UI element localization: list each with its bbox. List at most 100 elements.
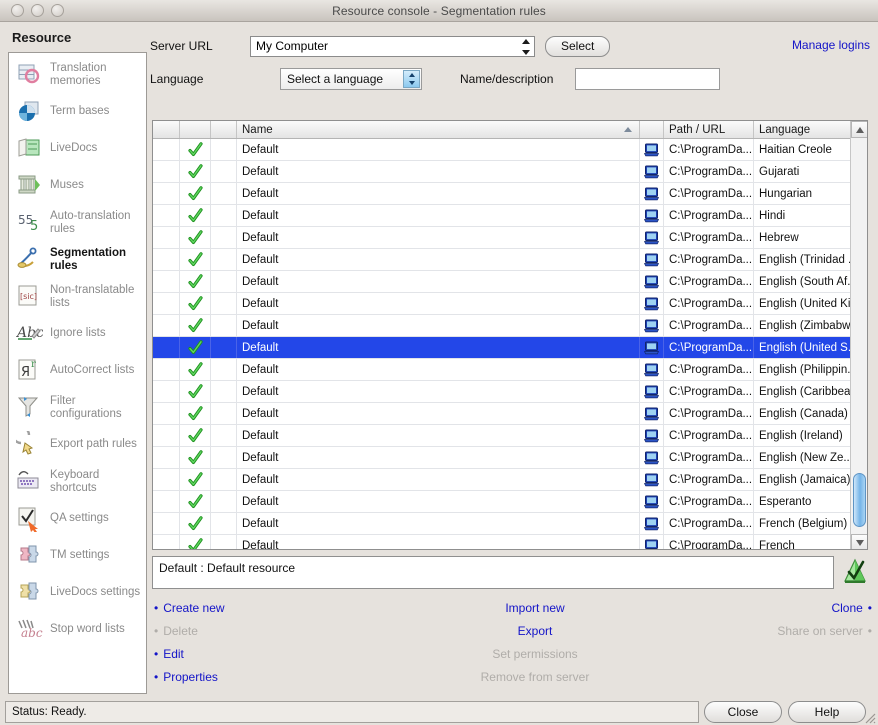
sidebar-item-qa-settings[interactable]: QA settings xyxy=(9,500,146,537)
table-row[interactable]: Default C:\ProgramDa... English (Ireland) xyxy=(153,425,867,447)
edit-link[interactable]: • Edit xyxy=(154,642,225,665)
table-row[interactable]: Default C:\ProgramDa... English (Jamaica) xyxy=(153,469,867,491)
column-header-language[interactable]: Language xyxy=(754,121,850,138)
scroll-down-icon[interactable] xyxy=(851,534,867,549)
manage-logins-link[interactable]: Manage logins xyxy=(792,38,870,52)
table-row[interactable]: Default C:\ProgramDa... English (United Ki… xyxy=(153,293,867,315)
table-row[interactable]: Default C:\ProgramDa... French xyxy=(153,535,867,550)
column-header-name[interactable]: Name xyxy=(237,121,640,138)
table-row[interactable]: Default C:\ProgramDa... English (New Ze... xyxy=(153,447,867,469)
name-description-input[interactable] xyxy=(575,68,721,90)
clone-link[interactable]: Clone • xyxy=(777,596,872,619)
resources-table: Name Path / URL Language Default C:\Progr… xyxy=(152,120,868,550)
row-lock-cell xyxy=(211,447,237,468)
row-path-cell: C:\ProgramDa... xyxy=(664,227,754,248)
row-lock-cell xyxy=(211,227,237,248)
column-header-lock[interactable] xyxy=(211,121,237,138)
table-row[interactable]: Default C:\ProgramDa... English (United S.… xyxy=(153,337,867,359)
properties-link[interactable]: • Properties xyxy=(154,665,225,688)
link-label: Properties xyxy=(163,669,218,684)
sidebar-item-filter-configurations[interactable]: Filter configurations xyxy=(9,389,146,426)
row-selector-cell xyxy=(153,293,180,314)
table-row[interactable]: Default C:\ProgramDa... English (Caribbean… xyxy=(153,381,867,403)
row-lock-cell xyxy=(211,425,237,446)
sidebar-item-tm-settings[interactable]: TM settings xyxy=(9,537,146,574)
import-new-link[interactable]: Import new xyxy=(450,596,620,619)
minimize-button[interactable] xyxy=(31,4,44,17)
sidebar-item-label: Term bases xyxy=(50,105,110,118)
language-combo[interactable]: Select a language xyxy=(280,68,422,90)
table-row[interactable]: Default C:\ProgramDa... Haitian Creole xyxy=(153,139,867,161)
row-name-cell: Default xyxy=(237,469,640,490)
sort-ascending-icon xyxy=(624,127,632,132)
create-new-link[interactable]: • Create new xyxy=(154,596,225,619)
sidebar-item-export-path-rules[interactable]: Export path rules xyxy=(9,426,146,463)
help-button[interactable]: Help xyxy=(788,701,866,723)
row-enabled-check-icon xyxy=(180,535,211,549)
sidebar-item-non-translatable-lists[interactable]: [sic] Non-translatable lists xyxy=(9,278,146,315)
term-bases-icon xyxy=(15,98,43,126)
local-computer-icon xyxy=(640,249,664,270)
row-language-cell: English (Zimbabwe) xyxy=(759,319,850,332)
row-language-cell: French (Belgium) xyxy=(759,517,848,530)
row-language-cell: English (Philippin... xyxy=(759,363,850,376)
column-header-source-icon[interactable] xyxy=(640,121,664,138)
sidebar-item-segmentation-rules[interactable]: Segmentation rules xyxy=(9,241,146,278)
row-lock-cell xyxy=(211,403,237,424)
close-dialog-button[interactable]: Close xyxy=(704,701,782,723)
table-row[interactable]: Default C:\ProgramDa... French (Belgium) xyxy=(153,513,867,535)
sidebar-item-stop-word-lists[interactable]: abc Stop word lists xyxy=(9,611,146,648)
link-label: Remove from server xyxy=(480,669,590,684)
table-row[interactable]: Default C:\ProgramDa... English (Canada) xyxy=(153,403,867,425)
translation-memories-icon xyxy=(15,61,43,89)
table-row[interactable]: Default C:\ProgramDa... Hungarian xyxy=(153,183,867,205)
sidebar-item-label: Filter configurations xyxy=(50,395,122,420)
table-row[interactable]: Default C:\ProgramDa... Hebrew xyxy=(153,227,867,249)
close-button[interactable] xyxy=(11,4,24,17)
table-row[interactable]: Default C:\ProgramDa... Esperanto xyxy=(153,491,867,513)
sidebar-item-translation-memories[interactable]: Translation memories xyxy=(9,56,146,93)
row-selector-cell xyxy=(153,513,180,534)
row-name-cell: Default xyxy=(237,139,640,160)
sidebar-item-label: Keyboard shortcuts xyxy=(50,469,100,494)
sidebar-item-label: TM settings xyxy=(50,549,110,562)
column-header-name-label: Name xyxy=(242,123,273,136)
sidebar-item-livedocs[interactable]: LiveDocs xyxy=(9,130,146,167)
sidebar-item-muses[interactable]: Muses xyxy=(9,167,146,204)
scrollbar-thumb[interactable] xyxy=(853,473,866,527)
table-row[interactable]: Default C:\ProgramDa... English (Philippin… xyxy=(153,359,867,381)
sidebar-item-livedocs-settings[interactable]: LiveDocs settings xyxy=(9,574,146,611)
qa-settings-icon xyxy=(15,505,43,533)
sidebar-item-label: Stop word lists xyxy=(50,623,125,636)
server-url-combo[interactable]: My Computer xyxy=(250,35,535,57)
column-header-path[interactable]: Path / URL xyxy=(664,121,754,138)
row-path-cell: C:\ProgramDa... xyxy=(664,513,754,534)
sidebar-item-auto-translation-rules[interactable]: 55 5 Auto-translation rules xyxy=(9,204,146,241)
sidebar-item-ignore-lists[interactable]: Abc Ignore lists xyxy=(9,315,146,352)
row-language-cell: French xyxy=(759,539,795,550)
table-row[interactable]: Default C:\ProgramDa... English (Zimbabwe) xyxy=(153,315,867,337)
scroll-up-icon[interactable] xyxy=(851,121,867,138)
sidebar-item-keyboard-shortcuts[interactable]: Keyboard shortcuts xyxy=(9,463,146,500)
row-selector-cell xyxy=(153,337,180,358)
action-links-left: • Create new • Delete • Edit • Properties xyxy=(154,596,225,688)
column-header-enabled[interactable] xyxy=(180,121,211,138)
table-vertical-scrollbar[interactable] xyxy=(850,121,867,549)
resize-grip-icon[interactable] xyxy=(862,710,876,724)
row-name-cell: Default xyxy=(237,535,640,549)
sidebar-item-term-bases[interactable]: Term bases xyxy=(9,93,146,130)
svg-text:[sic]: [sic] xyxy=(20,292,37,301)
select-button[interactable]: Select xyxy=(545,35,611,57)
spinner-icon[interactable] xyxy=(520,38,531,55)
table-row[interactable]: Default C:\ProgramDa... English (Trinidad … xyxy=(153,249,867,271)
row-language-cell: Esperanto xyxy=(759,495,812,508)
action-links-right: Clone • Share on server • xyxy=(777,596,872,642)
column-header-selector[interactable] xyxy=(153,121,180,138)
zoom-button[interactable] xyxy=(51,4,64,17)
table-row[interactable]: Default C:\ProgramDa... English (South Af.… xyxy=(153,271,867,293)
language-spinner-icon[interactable] xyxy=(403,70,420,88)
sidebar-item-autocorrect-lists[interactable]: Яr AutoCorrect lists xyxy=(9,352,146,389)
table-row[interactable]: Default C:\ProgramDa... Hindi xyxy=(153,205,867,227)
table-row[interactable]: Default C:\ProgramDa... Gujarati xyxy=(153,161,867,183)
export-link[interactable]: Export xyxy=(450,619,620,642)
